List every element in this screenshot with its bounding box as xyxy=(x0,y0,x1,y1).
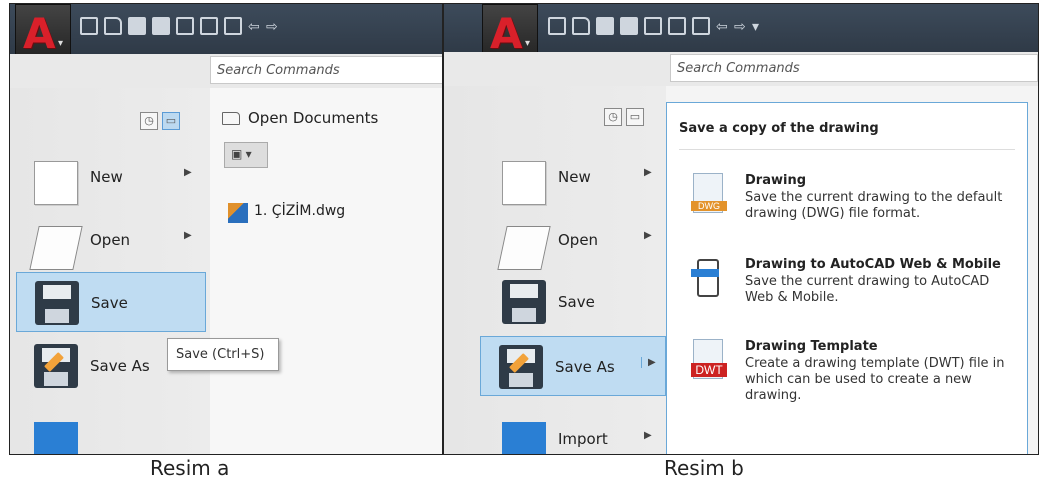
chevron-down-icon: ▾ xyxy=(58,38,64,49)
chevron-right-icon: ▶ xyxy=(644,167,652,178)
folder-icon xyxy=(222,112,240,125)
save-as-icon[interactable] xyxy=(152,17,170,35)
open-document-item[interactable]: 1. ÇİZİM.dwg xyxy=(228,203,345,223)
arrow-right-icon xyxy=(691,269,719,277)
menu-item-save[interactable]: Save xyxy=(16,272,206,332)
floppy-disk-icon xyxy=(502,280,546,324)
open-folder-icon[interactable] xyxy=(572,17,590,35)
folder-icon xyxy=(497,226,551,270)
mobile-device-icon xyxy=(691,257,727,301)
chevron-down-icon: ▾ xyxy=(525,38,531,49)
menu-item-new[interactable]: New ▶ xyxy=(484,147,664,207)
publish-icon[interactable] xyxy=(644,17,662,35)
screenshot-b: A ▾ ⇦ ⇨ ▾ Search Commands ◷ ▭ New ▶ Open… xyxy=(443,3,1039,455)
recent-documents-icon[interactable]: ◷ xyxy=(604,108,622,126)
quick-access-toolbar: ⇦ ⇨ xyxy=(80,17,278,35)
plot-icon[interactable] xyxy=(692,17,710,35)
menu-item-new[interactable]: New ▶ xyxy=(16,147,206,207)
save-tooltip: Save (Ctrl+S) xyxy=(167,338,279,371)
caption-a: Resim a xyxy=(150,456,230,480)
search-input[interactable]: Search Commands xyxy=(670,54,1038,82)
new-document-icon xyxy=(34,161,78,205)
open-folder-icon[interactable] xyxy=(104,17,122,35)
menu-item-import[interactable] xyxy=(16,400,206,454)
save-as-icon xyxy=(499,345,543,389)
share-icon[interactable] xyxy=(200,17,218,35)
chevron-right-icon[interactable]: ▶ xyxy=(641,357,656,368)
chevron-right-icon: ▶ xyxy=(644,430,652,441)
autocad-logo-icon: A xyxy=(490,9,523,58)
caption-b: Resim b xyxy=(664,456,744,480)
menu-item-open[interactable]: Open ▶ xyxy=(484,210,664,270)
flyout-title: Save a copy of the drawing xyxy=(679,121,879,136)
menu-item-save-as[interactable]: Save As ▶ xyxy=(480,336,666,396)
dwg-file-icon: DWG xyxy=(691,173,727,217)
screenshot-a: A ▾ ⇦ ⇨ Search Commands ◷ ▭ New ▶ Open ▶… xyxy=(9,3,443,455)
folder-icon xyxy=(29,226,83,270)
plot-icon[interactable] xyxy=(224,17,242,35)
new-file-icon[interactable] xyxy=(548,17,566,35)
save-icon[interactable] xyxy=(596,17,614,35)
open-documents-icon[interactable]: ▭ xyxy=(626,108,644,126)
import-icon xyxy=(502,422,546,454)
chevron-right-icon: ▶ xyxy=(644,230,652,241)
floppy-disk-icon xyxy=(35,281,79,325)
new-file-icon[interactable] xyxy=(80,17,98,35)
save-as-icon xyxy=(34,344,78,388)
undo-icon[interactable]: ⇦ xyxy=(716,19,728,33)
view-options-button[interactable]: ▣ ▾ xyxy=(224,142,268,168)
save-as-flyout: Save a copy of the drawing DWG Drawing S… xyxy=(666,102,1028,454)
customize-toolbar-icon[interactable]: ▾ xyxy=(752,19,764,33)
quick-access-toolbar: ⇦ ⇨ ▾ xyxy=(548,17,764,35)
menu-item-open[interactable]: Open ▶ xyxy=(16,210,206,270)
save-icon[interactable] xyxy=(128,17,146,35)
dwg-file-icon xyxy=(228,203,248,223)
chevron-right-icon: ▶ xyxy=(184,167,192,178)
share-icon[interactable] xyxy=(668,17,686,35)
undo-icon[interactable]: ⇦ xyxy=(248,19,260,33)
open-documents-title: Open Documents xyxy=(222,109,378,127)
autocad-logo-icon: A xyxy=(23,9,56,58)
save-as-icon[interactable] xyxy=(620,17,638,35)
open-documents-icon[interactable]: ▭ xyxy=(162,112,180,130)
divider xyxy=(679,149,1015,150)
recent-documents-icon[interactable]: ◷ xyxy=(140,112,158,130)
redo-icon[interactable]: ⇨ xyxy=(266,19,278,33)
menu-item-save[interactable]: Save xyxy=(484,272,664,332)
new-document-icon xyxy=(502,161,546,205)
menu-item-import[interactable]: Import ▶ xyxy=(484,400,664,454)
publish-icon[interactable] xyxy=(176,17,194,35)
chevron-right-icon: ▶ xyxy=(184,230,192,241)
dwt-file-icon: DWT xyxy=(691,339,727,383)
import-icon xyxy=(34,422,78,454)
redo-icon[interactable]: ⇨ xyxy=(734,19,746,33)
search-input[interactable]: Search Commands xyxy=(210,56,442,84)
